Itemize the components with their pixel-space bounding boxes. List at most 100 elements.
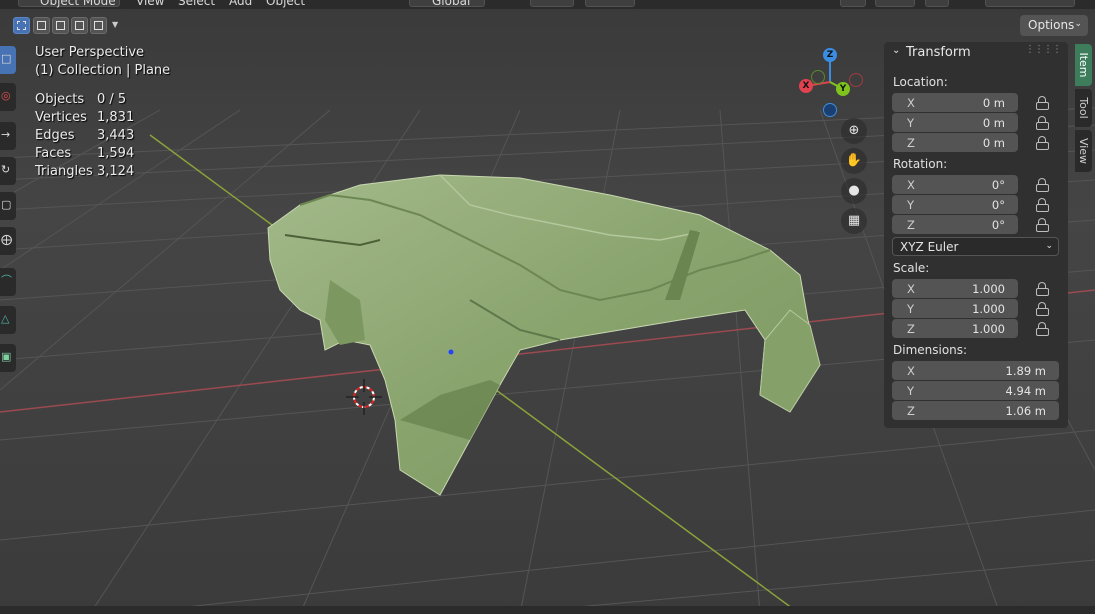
stat-triangles: Triangles 3,124 — [35, 164, 135, 179]
transform-icon: ⨁ — [1, 233, 12, 246]
lock-icon[interactable] — [1036, 96, 1052, 110]
dimensions-x-field[interactable]: X 1.89 m — [892, 361, 1059, 380]
annotate-icon: ⌒ — [1, 274, 12, 287]
lock-icon[interactable] — [1036, 136, 1052, 150]
gizmo-y-axis[interactable]: Y — [836, 82, 850, 96]
menu-object[interactable]: Object — [266, 0, 305, 8]
dimensions-z-field[interactable]: Z 1.06 m — [892, 401, 1059, 420]
scale-label: Scale: — [893, 261, 930, 275]
drag-grip-icon[interactable]: ⋮⋮⋮⋮ — [1025, 44, 1062, 55]
gizmo-neg-x-axis[interactable] — [849, 73, 863, 87]
scene-statistics: Objects 0 / 5 Vertices 1,831 Edges 3,443 Fa… — [35, 91, 134, 181]
stat-faces: Faces 1,594 — [35, 146, 135, 161]
location-y-field[interactable]: Y0 m — [892, 113, 1018, 132]
status-bar — [0, 606, 1095, 614]
shading-modes[interactable] — [985, 0, 1075, 7]
lock-icon[interactable] — [1036, 116, 1052, 130]
measure-icon: △ — [1, 312, 10, 325]
tab-tool[interactable]: Tool — [1075, 89, 1092, 127]
measure-tool[interactable]: △ — [0, 306, 16, 334]
rotate-tool[interactable]: ↻ — [0, 157, 16, 185]
zoom-icon[interactable]: ⊕ — [841, 118, 867, 144]
snap-toggle[interactable] — [530, 0, 574, 7]
lock-icon[interactable] — [1036, 198, 1052, 212]
location-z-field[interactable]: Z0 m — [892, 133, 1018, 152]
rotation-mode-dropdown[interactable]: XYZ Euler ⌄ — [892, 237, 1059, 256]
proportional-edit[interactable] — [585, 0, 635, 7]
menu-view[interactable]: View — [136, 0, 164, 8]
annotate-tool[interactable]: ⌒ — [0, 268, 16, 296]
select-intersect-icon — [94, 21, 103, 30]
scale-tool[interactable]: ▢ — [0, 192, 16, 220]
select-invert-mode[interactable] — [71, 17, 88, 34]
select-invert-icon — [75, 21, 84, 30]
add-cube-tool[interactable]: ▣ — [0, 344, 16, 372]
gizmo-toggle[interactable] — [840, 0, 866, 7]
tab-item[interactable]: Item — [1075, 44, 1092, 86]
menu-add[interactable]: Add — [229, 0, 252, 8]
select-subtract-mode[interactable] — [52, 17, 69, 34]
rotation-z-field[interactable]: Z 0° — [892, 215, 1018, 234]
add-cube-icon: ▣ — [1, 350, 12, 363]
rotation-mode-label: XYZ Euler — [900, 240, 959, 254]
menu-select[interactable]: Select — [178, 0, 215, 8]
stat-edges: Edges 3,443 — [35, 128, 135, 143]
scale-x-field[interactable]: X 1.000 — [892, 279, 1018, 298]
cursor-icon: ◎ — [1, 89, 11, 102]
rotation-label: Rotation: — [893, 157, 948, 171]
location-x-field[interactable]: X0 m — [892, 93, 1018, 112]
gizmo-x-axis[interactable]: X — [799, 79, 813, 93]
options-button[interactable]: Options ⌄ — [1020, 15, 1088, 36]
select-intersect-mode[interactable] — [90, 17, 107, 34]
collapse-arrow-icon: ⌄ — [892, 45, 901, 56]
location-label: Location: — [893, 75, 948, 89]
scale-z-field[interactable]: Z 1.000 — [892, 319, 1018, 338]
select-subtract-icon — [56, 21, 65, 30]
cursor-tool[interactable]: ◎ — [0, 83, 16, 111]
viewport-header: Object Mode View Select Add Object Globa… — [0, 0, 1095, 9]
stat-vertices: Vertices 1,831 — [35, 110, 135, 125]
view-name: User Perspective — [35, 45, 145, 60]
overlay-toggle[interactable] — [875, 0, 915, 7]
gizmo-neg-y-axis[interactable] — [811, 70, 825, 84]
ortho-grid-icon[interactable]: ▦ — [841, 208, 867, 234]
chevron-down-icon: ⌄ — [1074, 19, 1082, 29]
select-mode-dropdown-icon[interactable]: ▼ — [112, 20, 118, 29]
select-extend-mode[interactable] — [33, 17, 50, 34]
orientation-label[interactable]: Global — [432, 0, 470, 8]
pan-hand-icon[interactable]: ✋ — [841, 148, 867, 174]
camera-view-icon[interactable]: ● — [841, 178, 867, 204]
move-icon: → — [1, 128, 11, 141]
chevron-down-icon: ⌄ — [1045, 241, 1053, 251]
lock-icon[interactable] — [1036, 322, 1052, 336]
rotation-x-field[interactable]: X 0° — [892, 175, 1018, 194]
rotation-y-field[interactable]: Y 0° — [892, 195, 1018, 214]
select-new-icon — [17, 21, 26, 30]
select-new-mode[interactable] — [13, 17, 30, 34]
dimensions-label: Dimensions: — [893, 343, 968, 357]
gizmo-neg-z-axis[interactable] — [823, 103, 837, 117]
transform-title: Transform — [906, 45, 971, 60]
stat-objects: Objects 0 / 5 — [35, 92, 127, 107]
dimensions-y-field[interactable]: Y 4.94 m — [892, 381, 1059, 400]
lock-icon[interactable] — [1036, 218, 1052, 232]
move-tool[interactable]: → — [0, 122, 16, 150]
lock-icon[interactable] — [1036, 302, 1052, 316]
options-label: Options — [1028, 18, 1075, 32]
transform-tool[interactable]: ⨁ — [0, 227, 16, 255]
object-origin — [448, 349, 454, 355]
scale-y-field[interactable]: Y 1.000 — [892, 299, 1018, 318]
blender-window: Z X Y ⊕ ✋ ● ▦ Object Mode View Select Ad… — [0, 0, 1095, 614]
select-box-tool[interactable]: □ — [0, 46, 16, 74]
select-box-icon: □ — [1, 52, 12, 65]
rotate-icon: ↻ — [1, 163, 11, 176]
mode-label[interactable]: Object Mode — [40, 0, 116, 8]
lock-icon[interactable] — [1036, 178, 1052, 192]
tab-view[interactable]: View — [1075, 130, 1092, 172]
gizmo-z-axis[interactable]: Z — [823, 48, 837, 62]
sidebar-panel: ⌄ Transform ⋮⋮⋮⋮ Location: X0 m Y0 m Z0 … — [884, 42, 1068, 428]
viewport-info: User Perspective (1) Collection | Plane — [35, 44, 170, 80]
lock-icon[interactable] — [1036, 282, 1052, 296]
xray-toggle[interactable] — [925, 0, 949, 7]
transform-panel-header[interactable]: ⌄ Transform ⋮⋮⋮⋮ — [884, 42, 1068, 64]
